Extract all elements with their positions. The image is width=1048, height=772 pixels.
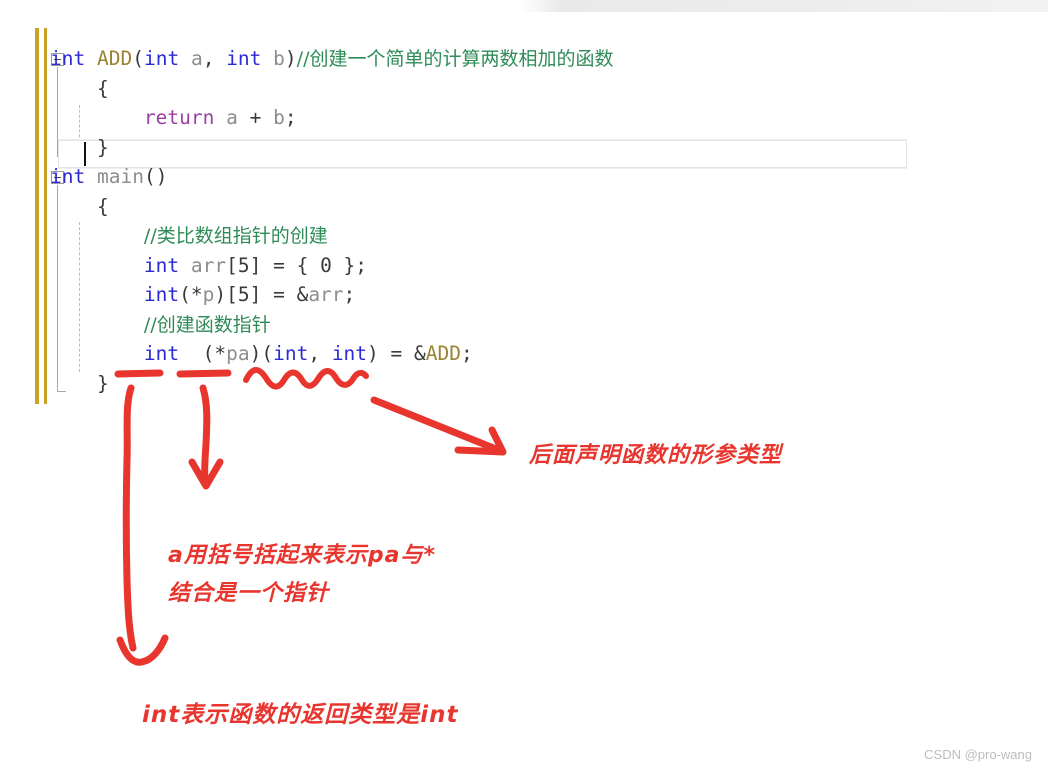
code-line[interactable]: //类比数组指针的创建 <box>50 221 613 251</box>
code-token: )( <box>249 342 274 365</box>
code-token: return <box>143 106 215 129</box>
code-token: (* <box>179 342 227 365</box>
code-token: a <box>226 106 238 129</box>
code-token: int <box>50 47 86 70</box>
code-token: ; <box>284 106 297 129</box>
code-token: int <box>50 165 86 188</box>
code-token: arr <box>190 253 227 277</box>
code-token: }; <box>331 253 368 277</box>
code-token: b <box>273 106 285 129</box>
code-token: int <box>143 342 180 365</box>
code-token: { <box>96 194 109 218</box>
annotation-note-paren-line1: a用括号括起来表示pa与* <box>168 543 436 568</box>
code-token: ADD <box>425 342 461 365</box>
code-token: , <box>308 342 332 365</box>
code-token: (* <box>179 283 203 306</box>
code-token: () <box>143 165 168 188</box>
code-token: ; <box>460 342 473 365</box>
code-token: p <box>202 283 215 306</box>
code-token: , <box>202 47 227 70</box>
code-token: a <box>190 47 203 70</box>
code-token: + <box>237 106 274 129</box>
code-line[interactable]: //创建函数指针 <box>50 310 613 340</box>
code-token: int <box>143 283 180 306</box>
code-line[interactable]: int (*pa)(int, int) = &ADD; <box>50 339 613 369</box>
code-token: 0 <box>320 253 332 277</box>
code-text[interactable]: int ADD(int a, int b)//创建一个简单的计算两数相加的函数 … <box>50 44 613 398</box>
code-token: //创建一个简单的计算两数相加的函数 <box>296 48 614 70</box>
code-line[interactable]: int arr[5] = { 0 }; <box>50 251 613 281</box>
code-editor-surface[interactable]: int ADD(int a, int b)//创建一个简单的计算两数相加的函数 … <box>0 0 1048 772</box>
code-token: } <box>96 135 109 159</box>
code-token: } <box>96 371 109 395</box>
code-line[interactable]: { <box>50 74 613 104</box>
annotation-note-paren-line2: 结合是一个指针 <box>168 581 330 606</box>
code-token: b <box>273 47 285 70</box>
code-token: int <box>143 47 180 70</box>
code-token: ; <box>343 283 356 306</box>
code-line[interactable]: { <box>50 192 613 222</box>
code-token: pa <box>226 342 250 365</box>
annotation-note-param-types: 后面声明函数的形参类型 <box>529 443 783 468</box>
watermark-text: CSDN @pro-wang <box>924 747 1032 762</box>
code-token: ( <box>132 47 144 70</box>
code-token: ) <box>284 47 297 70</box>
code-line[interactable]: } <box>50 133 613 163</box>
code-token: //类比数组指针的创建 <box>143 225 328 247</box>
code-line[interactable]: int(*p)[5] = &arr; <box>50 280 613 310</box>
code-token: int <box>143 253 180 277</box>
code-token: )[5] = & <box>214 283 309 306</box>
code-token: ADD <box>96 47 133 70</box>
code-line[interactable]: return a + b; <box>50 103 613 133</box>
code-token: { <box>96 76 109 100</box>
code-token: [5] = { <box>226 253 321 277</box>
code-line[interactable]: int ADD(int a, int b)//创建一个简单的计算两数相加的函数 <box>50 44 613 74</box>
code-token: int <box>331 342 368 365</box>
code-token: //创建函数指针 <box>143 313 271 336</box>
code-token: ) = & <box>367 342 426 365</box>
code-line[interactable]: } <box>50 369 613 399</box>
code-token: main <box>96 165 144 188</box>
code-token: int <box>273 342 309 365</box>
code-token: arr <box>308 283 344 306</box>
code-token: int <box>226 47 262 70</box>
annotation-note-return-type: int表示函数的返回类型是int <box>142 702 459 728</box>
code-line[interactable]: int main() <box>50 162 613 192</box>
change-indicator-bar-outer <box>35 28 39 404</box>
change-indicator-bar-inner <box>44 28 47 404</box>
